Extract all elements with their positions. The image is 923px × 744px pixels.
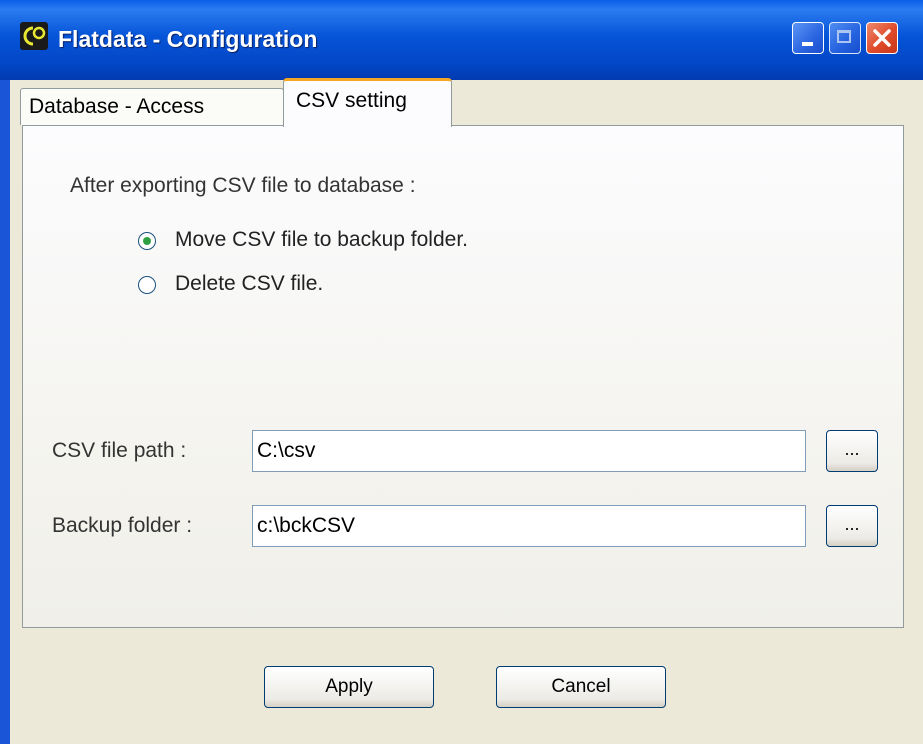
backup-folder-label: Backup folder :: [52, 514, 193, 537]
configuration-window: Flatdata - Configuration Database - Acce…: [0, 0, 923, 744]
app-icon: [20, 22, 48, 50]
csv-path-browse-button[interactable]: ...: [826, 430, 878, 472]
window-title: Flatdata - Configuration: [58, 26, 318, 52]
backup-folder-input[interactable]: c:\bckCSV: [252, 505, 806, 547]
radio-delete-csv-label: Delete CSV file.: [175, 272, 324, 295]
tab-csv-setting[interactable]: CSV setting: [283, 78, 452, 127]
csv-path-label: CSV file path :: [52, 439, 187, 462]
close-icon: [873, 29, 891, 47]
export-heading: After exporting CSV file to database :: [70, 174, 416, 197]
tab-database-access[interactable]: Database - Access: [20, 88, 284, 125]
csv-setting-panel: After exporting CSV file to database : M…: [22, 125, 904, 628]
apply-button[interactable]: Apply: [264, 666, 434, 708]
radio-move-to-backup[interactable]: [138, 232, 156, 250]
radio-checked-dot: [143, 237, 151, 245]
close-button[interactable]: [866, 22, 898, 54]
cancel-button[interactable]: Cancel: [496, 666, 666, 708]
csv-path-input[interactable]: C:\csv: [252, 430, 806, 472]
maximize-button[interactable]: [829, 22, 861, 54]
minimize-button[interactable]: [792, 22, 824, 54]
maximize-icon: [837, 30, 851, 43]
radio-delete-csv[interactable]: [138, 276, 156, 294]
backup-folder-browse-button[interactable]: ...: [826, 505, 878, 547]
radio-move-to-backup-label[interactable]: Move CSV file to backup folder.: [175, 228, 468, 252]
title-bar[interactable]: Flatdata - Configuration: [0, 0, 923, 81]
window-border: [0, 80, 10, 744]
minimize-icon: [802, 42, 813, 46]
